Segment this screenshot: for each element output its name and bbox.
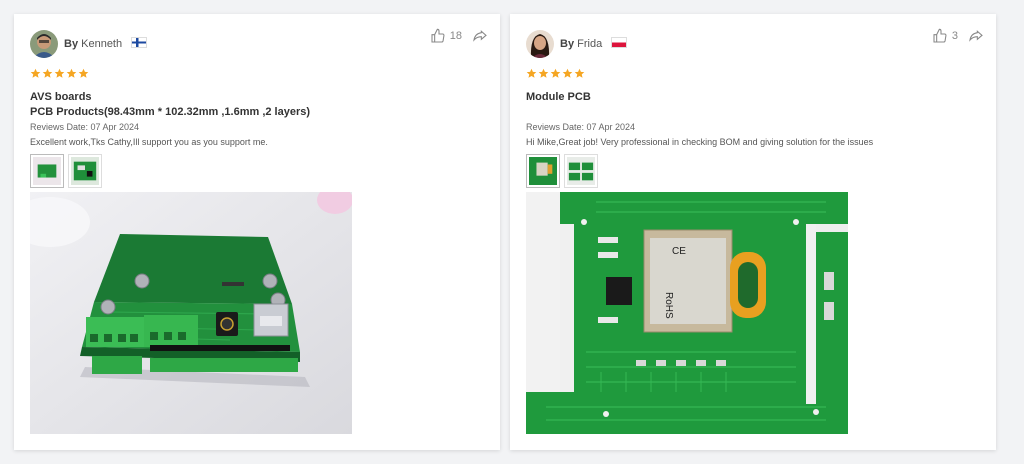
thumbnail-strip: [526, 154, 598, 188]
reviewer-name: Frida: [577, 38, 603, 50]
review-comment: Hi Mike,Great job! Very professional in …: [526, 137, 874, 147]
thumbnail[interactable]: [564, 154, 598, 188]
star-rating: [526, 68, 585, 79]
avatar: [526, 30, 554, 58]
star-icon: [42, 68, 53, 78]
star-icon: [538, 68, 549, 78]
thumbnail[interactable]: [30, 154, 64, 188]
product-name: PCB Products(98.43mm * 102.32mm ,1.6mm ,…: [30, 106, 311, 118]
star-icon: [66, 68, 77, 78]
star-icon: [526, 68, 537, 78]
flag-icon: [611, 37, 628, 48]
like-count: 18: [449, 30, 462, 42]
review-title: Module PCB: [526, 91, 591, 103]
svg-text:RoHS: RoHS: [663, 292, 674, 319]
review-comment: Excellent work,Tks Cathy,Ill support you…: [30, 137, 268, 147]
svg-text:CE: CE: [672, 246, 686, 257]
reviewer-name: Kenneth: [81, 38, 123, 50]
star-icon: [78, 68, 89, 78]
review-date: Reviews Date: 07 Apr 2024: [30, 122, 140, 132]
by-label: By: [560, 38, 575, 50]
review-photo[interactable]: [30, 192, 352, 434]
review-card: By Kenneth 18 AVS boards PCB Products(98…: [14, 14, 500, 450]
thumbnail[interactable]: [68, 154, 102, 188]
flag-icon: [131, 37, 148, 48]
review-date: Reviews Date: 07 Apr 2024: [526, 122, 636, 132]
avatar: [30, 30, 58, 58]
star-icon: [574, 68, 585, 78]
share-icon[interactable]: [968, 28, 984, 44]
star-icon: [54, 68, 65, 78]
like-count: 3: [951, 30, 958, 42]
thumbs-up-icon[interactable]: [932, 28, 948, 44]
thumbnail-strip: [30, 154, 102, 188]
review-title: AVS boards: [30, 91, 92, 103]
review-photo[interactable]: RoHS CE: [526, 192, 848, 434]
thumbs-up-icon[interactable]: [430, 28, 446, 44]
share-icon[interactable]: [472, 28, 488, 44]
review-card: By Frida 3 Module PCB Reviews Date: 07 A…: [510, 14, 996, 450]
star-rating: [30, 68, 89, 79]
by-label: By: [64, 38, 79, 50]
thumbnail[interactable]: [526, 154, 560, 188]
star-icon: [30, 68, 41, 78]
star-icon: [550, 68, 561, 78]
star-icon: [562, 68, 573, 78]
